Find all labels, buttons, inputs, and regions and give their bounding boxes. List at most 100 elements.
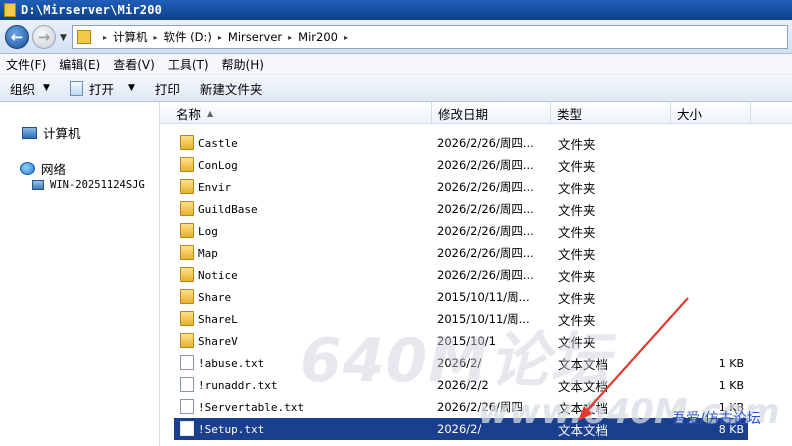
- file-row[interactable]: !Servertable.txt 2026/2/26/周四 文本文档 1 KB: [174, 396, 748, 418]
- file-type: 文本文档: [558, 378, 609, 394]
- folder-icon: [180, 157, 194, 172]
- organize-label: 组织: [10, 81, 36, 97]
- nav-computer-label: 计算机: [43, 126, 81, 141]
- nav-item-host[interactable]: WIN-20251124SJG: [32, 179, 145, 191]
- history-dropdown-button[interactable]: ▼: [60, 33, 67, 43]
- column-header-date[interactable]: 修改日期: [432, 102, 551, 124]
- file-name: ShareV: [198, 334, 238, 348]
- file-size: [674, 154, 744, 176]
- file-list: 名称 ▲ 修改日期 类型 大小 Castle 2026/2/26/周四... 文件夹…: [160, 102, 792, 446]
- folder-icon: [180, 333, 194, 348]
- file-name: Notice: [198, 268, 238, 282]
- file-row[interactable]: !Setup.txt 2026/2/文本文档 8 KB: [174, 418, 748, 440]
- file-size: [674, 242, 744, 264]
- file-type: 文件夹: [558, 268, 596, 284]
- menu-bar: 文件(F) 编辑(E) 查看(V) 工具(T) 帮助(H): [0, 54, 792, 74]
- folder-icon: [77, 30, 91, 44]
- file-name: !runaddr.txt: [198, 378, 278, 392]
- file-row[interactable]: ConLog 2026/2/26/周四... 文件夹: [174, 154, 748, 176]
- new-folder-label: 新建文件夹: [199, 81, 263, 97]
- file-row[interactable]: Envir 2026/2/26/周四... 文件夹: [174, 176, 748, 198]
- file-name: Log: [198, 224, 218, 238]
- file-date: 2026/2/26/周四...: [437, 268, 534, 282]
- folder-icon: [4, 3, 16, 17]
- network-icon: [20, 162, 35, 175]
- chevron-right-icon[interactable]: ▸: [288, 33, 292, 42]
- column-size-label: 大小: [677, 106, 703, 122]
- menu-file[interactable]: 文件(F): [6, 56, 46, 73]
- file-name: Share: [198, 290, 232, 304]
- file-row[interactable]: ShareV 2015/10/1 文件夹: [174, 330, 748, 352]
- folder-icon: [180, 201, 194, 216]
- folder-icon: [180, 311, 194, 326]
- chevron-right-icon[interactable]: ▸: [344, 33, 348, 42]
- file-date: 2015/10/11/周...: [437, 312, 530, 326]
- file-name: !Servertable.txt: [198, 400, 304, 414]
- forward-button[interactable]: →: [32, 25, 56, 49]
- breadcrumb-mirserver[interactable]: Mirserver: [228, 30, 282, 44]
- computer-icon: [22, 126, 37, 139]
- open-button[interactable]: 打开 ▼: [69, 79, 135, 98]
- file-row[interactable]: !abuse.txt 2026/2/文本文档 1 KB: [174, 352, 748, 374]
- file-row[interactable]: Share 2015/10/11/周... 文件夹: [174, 286, 748, 308]
- document-icon: [69, 80, 83, 96]
- file-type: 文件夹: [558, 224, 596, 240]
- print-button[interactable]: 打印: [155, 79, 180, 98]
- file-type: 文件夹: [558, 246, 596, 262]
- file-type: 文件夹: [558, 202, 596, 218]
- column-header-type[interactable]: 类型: [551, 102, 671, 124]
- breadcrumb-drive-d[interactable]: 软件 (D:): [164, 29, 212, 45]
- breadcrumb-mir200[interactable]: Mir200: [298, 30, 338, 44]
- address-bar[interactable]: ▸ 计算机 ▸ 软件 (D:) ▸ Mirserver ▸ Mir200 ▸: [72, 25, 788, 49]
- folder-icon: [180, 135, 194, 150]
- back-button[interactable]: ←: [5, 25, 29, 49]
- file-row[interactable]: Notice 2026/2/26/周四... 文件夹: [174, 264, 748, 286]
- file-date: 2015/10/1: [437, 334, 496, 348]
- file-row[interactable]: !runaddr.txt 2026/2/2 文本文档 1 KB: [174, 374, 748, 396]
- column-header-size[interactable]: 大小: [671, 102, 751, 124]
- breadcrumb-computer[interactable]: 计算机: [113, 29, 148, 45]
- file-size: [674, 264, 744, 286]
- file-date: 2026/2/26/周四...: [437, 136, 534, 150]
- file-row[interactable]: ShareL 2015/10/11/周... 文件夹: [174, 308, 748, 330]
- file-type: 文件夹: [558, 158, 596, 174]
- nav-item-computer[interactable]: 计算机: [22, 123, 81, 142]
- file-name: !abuse.txt: [198, 356, 265, 370]
- file-size: [674, 308, 744, 330]
- column-name-label: 名称: [176, 106, 202, 122]
- file-row[interactable]: Log 2026/2/26/周四... 文件夹: [174, 220, 748, 242]
- chevron-down-icon: ▼: [127, 83, 135, 93]
- organize-button[interactable]: 组织 ▼: [10, 79, 50, 98]
- sort-ascending-icon: ▲: [207, 108, 214, 118]
- file-date: 2026/2/26/周四...: [437, 224, 534, 238]
- file-row[interactable]: Map 2026/2/26/周四... 文件夹: [174, 242, 748, 264]
- file-name: !Setup.txt: [198, 422, 265, 436]
- menu-tools[interactable]: 工具(T): [168, 56, 209, 73]
- text-file-icon: [180, 421, 194, 436]
- menu-help[interactable]: 帮助(H): [222, 56, 264, 73]
- title-bar: D:\Mirserver\Mir200: [0, 0, 792, 20]
- file-type: 文件夹: [558, 334, 596, 350]
- file-name: Map: [198, 246, 218, 260]
- chevron-right-icon[interactable]: ▸: [218, 33, 222, 42]
- column-date-label: 修改日期: [438, 106, 489, 122]
- chevron-right-icon[interactable]: ▸: [154, 33, 158, 42]
- file-size: 8 KB: [718, 422, 744, 436]
- chevron-right-icon[interactable]: ▸: [103, 33, 107, 42]
- arrow-right-icon: →: [37, 28, 51, 46]
- chevron-down-icon: ▼: [43, 83, 50, 93]
- file-size: [674, 286, 744, 308]
- column-header-name[interactable]: 名称 ▲: [170, 102, 432, 124]
- file-row[interactable]: Castle 2026/2/26/周四... 文件夹: [174, 132, 748, 154]
- menu-edit[interactable]: 编辑(E): [59, 56, 100, 73]
- menu-view[interactable]: 查看(V): [113, 56, 155, 73]
- file-size: [674, 330, 744, 352]
- file-size: [674, 132, 744, 154]
- file-date: 2026/2/26/周四...: [437, 246, 534, 260]
- file-row[interactable]: GuildBase 2026/2/26/周四... 文件夹: [174, 198, 748, 220]
- arrow-left-icon: ←: [10, 28, 24, 46]
- new-folder-button[interactable]: 新建文件夹: [200, 79, 263, 98]
- file-date: 2026/2/26/周四: [437, 400, 523, 414]
- file-type: 文本文档: [558, 356, 609, 372]
- nav-item-network[interactable]: 网络: [20, 159, 66, 178]
